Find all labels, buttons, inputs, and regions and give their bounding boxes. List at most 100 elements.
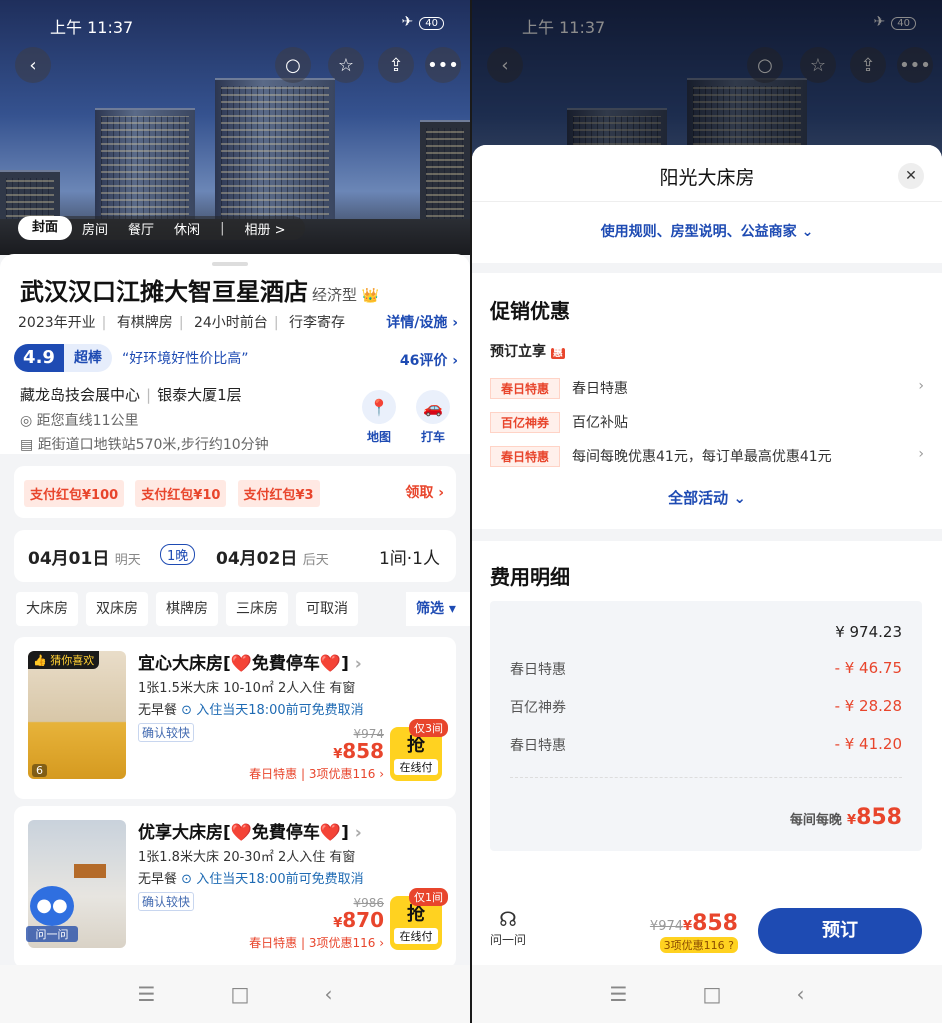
menu-icon[interactable]: ☰ bbox=[138, 982, 156, 1006]
hotel-type: 经济型 bbox=[312, 286, 358, 304]
filter-chip[interactable]: 三床房 bbox=[226, 592, 288, 626]
share-icon: ⇪ bbox=[388, 54, 404, 76]
room-name: 宜心大床房[❤️免費停车❤️] › bbox=[138, 654, 362, 674]
more-icon: ••• bbox=[427, 54, 459, 76]
room-promo[interactable]: 春日特惠 | 3项优惠116 › bbox=[249, 765, 384, 782]
back-nav-icon[interactable]: ‹ bbox=[324, 982, 332, 1006]
ask-assistant[interactable]: ●● 问一问 bbox=[26, 886, 78, 944]
claim-button[interactable]: 领取 › bbox=[405, 482, 444, 502]
promo-item: 百亿神券 百亿补贴 bbox=[490, 412, 924, 433]
rating-score: 4.9 bbox=[14, 344, 64, 372]
all-activities-button[interactable]: 全部活动 ⌄ bbox=[472, 487, 942, 508]
fee-row: 春日特惠 - ¥ 46.75 bbox=[510, 659, 902, 678]
location-icon: ◎ bbox=[20, 413, 37, 429]
tag: 24小时前台 bbox=[193, 315, 268, 331]
date-selector[interactable]: 04月01日 明天 1晚 04月02日 后天 1间·1人 bbox=[14, 530, 456, 582]
confirm-badge: 确认较快 bbox=[138, 723, 195, 742]
rating-level: 超棒 bbox=[64, 344, 112, 372]
hotel-name: 武汉汉口江摊大智亘星酒店 经济型 👑 bbox=[20, 278, 380, 306]
menu-icon[interactable]: ☰ bbox=[610, 982, 628, 1006]
room-card[interactable]: 👍 猜你喜欢 6 宜心大床房[❤️免費停车❤️] › 1张1.5米大床 10-1… bbox=[14, 637, 456, 799]
coupon-bar: 支付红包¥100 支付红包¥10 支付红包¥3 领取 › bbox=[14, 466, 456, 518]
hotel-info: 武汉汉口江摊大智亘星酒店 经济型 👑 2023年开业 | 有棋牌房 | 24小时前台 |… bbox=[0, 254, 470, 454]
room-filters: 大床房 双床房 棋牌房 三床房 可取消 bbox=[16, 592, 358, 626]
status-time: 上午 11:37 bbox=[50, 18, 134, 37]
more-button[interactable]: ••• bbox=[425, 47, 461, 83]
crown-icon: 👑 bbox=[357, 288, 380, 304]
hotel-tags: 2023年开业 | 有棋牌房 | 24小时前台 | 行李寄存 bbox=[18, 315, 345, 331]
room-promo[interactable]: 春日特惠 | 3项优惠116 › bbox=[249, 934, 384, 951]
metro-icon: ▤ bbox=[20, 437, 38, 453]
sheet-title: 阳光大床房 bbox=[659, 167, 755, 189]
sheet-header: 阳光大床房 ✕ 使用规则、房型说明、公益商家 ⌄ bbox=[472, 145, 942, 263]
metro-distance: ▤ 距街道口地铁站570米,步行约10分钟 bbox=[20, 437, 269, 453]
chevron-down-icon: ⌄ bbox=[733, 489, 746, 507]
filter-chip[interactable]: 大床房 bbox=[16, 592, 78, 626]
close-button[interactable]: ✕ bbox=[898, 163, 924, 189]
reviews-link[interactable]: 46评价 › bbox=[400, 350, 458, 370]
bar-discount[interactable]: 3项优惠116 ? bbox=[659, 937, 738, 953]
filter-chip[interactable]: 棋牌房 bbox=[156, 592, 218, 626]
promo-item[interactable]: 春日特惠 每间每晚优惠41元，每订单最高优惠41元 › bbox=[490, 446, 924, 467]
promo-section: 促销优惠 预订立享 惠 春日特惠 春日特惠 › 百亿神券 百亿补贴 春日特惠 每间每晚优… bbox=[472, 273, 942, 529]
check-icon: ⊙ bbox=[181, 703, 193, 718]
checkout-date: 04月02日 bbox=[216, 549, 298, 569]
chevron-right-icon: › bbox=[918, 446, 924, 462]
room-spec: 1张1.8米大床 20-30㎡ 2人入住 有窗 bbox=[138, 850, 356, 865]
details-link[interactable]: 详情/设施 › bbox=[386, 312, 458, 332]
rating-quote: “好环境好性价比高” bbox=[122, 351, 249, 367]
fee-breakdown: ¥ 974.23 春日特惠 - ¥ 46.75 百亿神券 - ¥ 28.28 春日特… bbox=[490, 601, 922, 851]
robot-icon: ●● bbox=[30, 886, 74, 926]
home-icon[interactable]: □ bbox=[231, 982, 250, 1006]
bar-price: ¥974¥858 bbox=[649, 911, 738, 936]
room-price: ¥870 bbox=[333, 908, 384, 932]
filter-chip[interactable]: 双床房 bbox=[86, 592, 148, 626]
home-icon[interactable]: □ bbox=[703, 982, 722, 1006]
gallery-tab[interactable]: 休闲 bbox=[164, 219, 210, 238]
ask-button[interactable]: ☊ 问一问 bbox=[490, 907, 526, 948]
guest-count[interactable]: 1间·1人 bbox=[379, 544, 440, 569]
address: 藏龙岛技会展中心 | 银泰大厦1层 bbox=[20, 386, 242, 404]
gallery-tabs: 封面 房间 餐厅 休闲 | 相册 > bbox=[18, 216, 306, 240]
gallery-tab[interactable]: 餐厅 bbox=[118, 219, 164, 238]
chevron-down-icon: ⌄ bbox=[801, 224, 814, 240]
system-nav: ☰ □ ‹ bbox=[472, 965, 942, 1023]
photo-count: 6 bbox=[32, 764, 47, 777]
fee-title: 费用明细 bbox=[490, 565, 570, 589]
gallery-tab[interactable]: 相册 > bbox=[234, 219, 295, 238]
status-icons: ✈ 40 bbox=[402, 14, 444, 30]
room-policy: 无早餐 ⊙ 入住当天18:00前可免费取消 bbox=[138, 872, 364, 887]
gallery-tab[interactable]: 房间 bbox=[72, 219, 118, 238]
favorite-button[interactable]: ☆ bbox=[328, 47, 364, 83]
check-icon: ⊙ bbox=[181, 872, 193, 887]
tag: 2023年开业 bbox=[18, 315, 96, 331]
search-button[interactable]: ○ bbox=[275, 47, 311, 83]
promo-item[interactable]: 春日特惠 春日特惠 › bbox=[490, 378, 924, 399]
room-card[interactable]: ●● 问一问 优享大床房[❤️免費停车❤️] › 1张1.8米大床 20-30㎡… bbox=[14, 806, 456, 968]
coupon: 支付红包¥10 bbox=[135, 480, 227, 507]
filter-button[interactable]: 筛选 ▾ bbox=[406, 592, 470, 626]
room-photo[interactable]: 👍 猜你喜欢 6 bbox=[28, 651, 126, 779]
gallery-tab[interactable]: 封面 bbox=[18, 216, 73, 240]
back-nav-icon[interactable]: ‹ bbox=[796, 982, 804, 1006]
book-button[interactable]: 预订 bbox=[758, 908, 922, 954]
fee-total: ¥ 974.23 bbox=[835, 623, 902, 641]
battery-icon: 40 bbox=[419, 17, 444, 30]
fee-row: 春日特惠 - ¥ 41.20 bbox=[510, 735, 902, 754]
filter-chip[interactable]: 可取消 bbox=[296, 592, 358, 626]
star-icon: ☆ bbox=[337, 54, 355, 76]
room-detail-screen: 上午 11:37 ✈ 40 ‹ ○ ☆ ⇪ ••• 阳光大床房 ✕ 使用规则、房型… bbox=[472, 0, 942, 1023]
system-nav: ☰ □ ‹ bbox=[0, 965, 470, 1023]
room-policy: 无早餐 ⊙ 入住当天18:00前可免费取消 bbox=[138, 703, 364, 718]
nights-count: 1晚 bbox=[160, 544, 196, 565]
room-price: ¥858 bbox=[333, 739, 384, 763]
tag: 有棋牌房 bbox=[116, 315, 173, 331]
map-button[interactable]: 📍 地图 bbox=[360, 390, 398, 445]
share-button[interactable]: ⇪ bbox=[378, 47, 414, 83]
back-button[interactable]: ‹ bbox=[15, 47, 51, 83]
room-detail-sheet: 阳光大床房 ✕ 使用规则、房型说明、公益商家 ⌄ 促销优惠 预订立享 惠 春日特… bbox=[472, 145, 942, 965]
taxi-button[interactable]: 🚗 打车 bbox=[414, 390, 452, 445]
rating[interactable]: 4.9 超棒 “好环境好性价比高” bbox=[14, 344, 249, 372]
rules-link[interactable]: 使用规则、房型说明、公益商家 ⌄ bbox=[472, 221, 942, 241]
room-name: 优享大床房[❤️免費停车❤️] › bbox=[138, 823, 362, 843]
